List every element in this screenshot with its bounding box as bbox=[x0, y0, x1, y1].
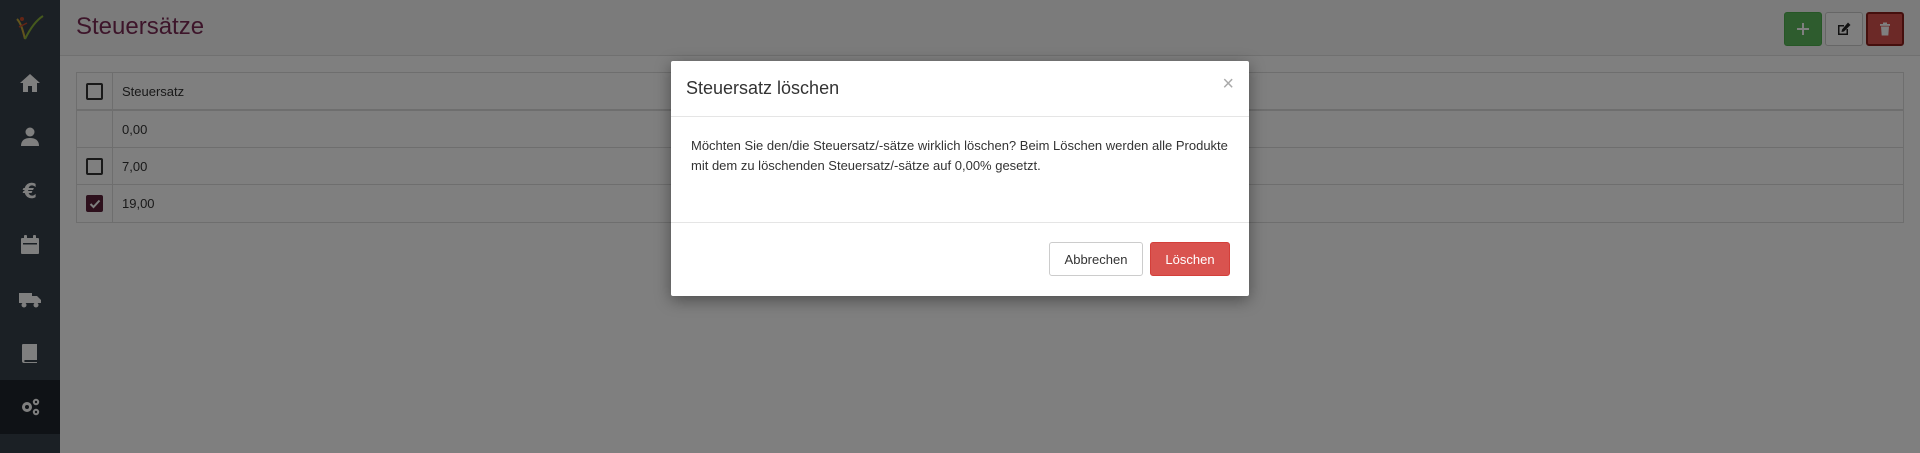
modal-footer: Abbrechen Löschen bbox=[671, 223, 1249, 296]
modal-message: Möchten Sie den/die Steuersatz/-sätze wi… bbox=[691, 138, 1228, 173]
confirm-delete-button[interactable]: Löschen bbox=[1150, 242, 1230, 276]
app-root: € Steuersätze bbox=[0, 0, 1920, 453]
modal-header: Steuersatz löschen × bbox=[671, 61, 1249, 117]
modal-body: Möchten Sie den/die Steuersatz/-sätze wi… bbox=[671, 117, 1249, 223]
cancel-button[interactable]: Abbrechen bbox=[1049, 242, 1143, 276]
modal-title: Steuersatz löschen bbox=[686, 78, 840, 98]
close-icon[interactable]: × bbox=[1222, 74, 1234, 94]
delete-dialog: Steuersatz löschen × Möchten Sie den/die… bbox=[671, 61, 1249, 296]
